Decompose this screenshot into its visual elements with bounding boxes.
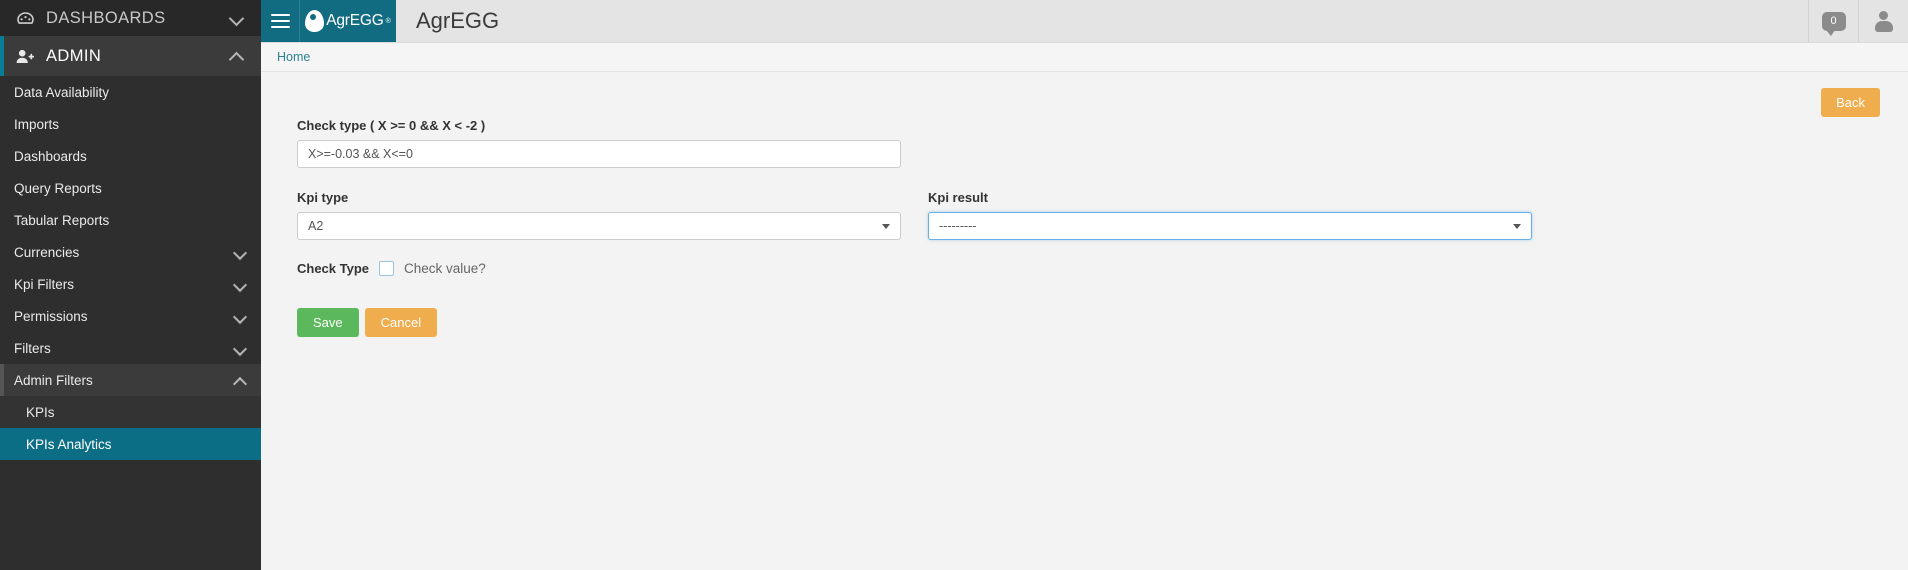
- brand-logo[interactable]: AgrEGG ®: [299, 0, 396, 42]
- sidebar-item-label: Data Availability: [14, 84, 110, 100]
- app-title: AgrEGG: [416, 8, 500, 33]
- sidebar-item-admin-filters[interactable]: Admin Filters: [0, 364, 261, 396]
- sidebar-item-label: Currencies: [14, 244, 80, 260]
- breadcrumb-home-link[interactable]: Home: [277, 50, 310, 64]
- chevron-down-icon: [233, 341, 247, 355]
- main-area: AgrEGG ® AgrEGG 0 Home Back Check type (…: [261, 0, 1908, 570]
- chevron-down-icon: [233, 245, 247, 259]
- kpi-result-select-wrapper: ---------: [928, 212, 1532, 240]
- sidebar-item-label: Admin Filters: [14, 372, 93, 388]
- kpi-analytics-form: Check type ( X >= 0 && X < -2 ) Kpi type…: [297, 88, 1537, 337]
- sidebar-item-imports[interactable]: Imports: [0, 108, 261, 140]
- notifications-button[interactable]: 0: [1808, 0, 1858, 42]
- chevron-down-icon: [233, 309, 247, 323]
- sidebar-section-label: DASHBOARDS: [46, 8, 166, 27]
- sidebar-item-label: Query Reports: [14, 180, 102, 196]
- sidebar-item-filters[interactable]: Filters: [0, 332, 261, 364]
- sidebar-section-admin[interactable]: ADMIN: [0, 36, 261, 76]
- sidebar-item-permissions[interactable]: Permissions: [0, 300, 261, 332]
- sidebar-item-label: Imports: [14, 116, 60, 132]
- chevron-down-icon: [229, 10, 245, 26]
- sidebar-item-tabular-reports[interactable]: Tabular Reports: [0, 204, 261, 236]
- egg-icon: [305, 10, 325, 32]
- sidebar-item-label: Dashboards: [14, 148, 87, 164]
- top-header-bar: AgrEGG ® AgrEGG 0: [261, 0, 1908, 43]
- message-bubble-icon: 0: [1821, 11, 1846, 36]
- sidebar-section-dashboards[interactable]: DASHBOARDS: [0, 0, 261, 36]
- check-value-text: Check value?: [404, 261, 486, 276]
- registered-mark-icon: ®: [385, 17, 391, 25]
- sidebar-item-currencies[interactable]: Currencies: [0, 236, 261, 268]
- kpi-type-select-wrapper: A2: [297, 212, 901, 240]
- sidebar-item-label: Kpi Filters: [14, 276, 75, 292]
- user-avatar-icon: [1874, 10, 1894, 32]
- sidebar-item-data-availability[interactable]: Data Availability: [0, 76, 261, 108]
- sidebar-subitem-kpis-analytics[interactable]: KPIs Analytics: [0, 428, 261, 460]
- back-button[interactable]: Back: [1821, 88, 1880, 117]
- cancel-button[interactable]: Cancel: [364, 308, 438, 337]
- dashboard-icon: [14, 11, 36, 25]
- sidebar-subitem-label: KPIs Analytics: [26, 436, 112, 452]
- sidebar: DASHBOARDS ADMIN Data Availability Impor…: [0, 0, 261, 570]
- save-button[interactable]: Save: [297, 308, 359, 337]
- check-value-checkbox[interactable]: [379, 261, 395, 276]
- app-root: DASHBOARDS ADMIN Data Availability Impor…: [0, 0, 1908, 570]
- sidebar-item-label: Filters: [14, 340, 51, 356]
- admin-user-icon: [14, 49, 36, 64]
- sidebar-subitem-kpis[interactable]: KPIs: [0, 396, 261, 428]
- notification-count-badge: 0: [1830, 14, 1837, 27]
- chevron-up-icon: [233, 373, 247, 387]
- kpi-type-label: Kpi type: [297, 190, 349, 205]
- kpi-type-select[interactable]: A2: [297, 212, 901, 240]
- chevron-up-icon: [229, 48, 245, 64]
- check-type-expression-label: Check type ( X >= 0 && X < -2 ): [297, 118, 486, 133]
- sidebar-section-label: ADMIN: [46, 46, 102, 65]
- kpi-type-field-group: Kpi type A2: [297, 190, 901, 240]
- check-type-checkbox-label: Check Type: [297, 261, 370, 276]
- sidebar-item-dashboards[interactable]: Dashboards: [0, 140, 261, 172]
- brand-logo-text: AgrEGG: [326, 12, 384, 29]
- sidebar-item-query-reports[interactable]: Query Reports: [0, 172, 261, 204]
- hamburger-menu-icon[interactable]: [261, 0, 299, 42]
- sidebar-item-kpi-filters[interactable]: Kpi Filters: [0, 268, 261, 300]
- form-actions: Save Cancel: [297, 308, 1537, 337]
- check-type-expression-input[interactable]: [297, 140, 901, 168]
- sidebar-item-label: Permissions: [14, 308, 88, 324]
- check-value-row: Check Type Check value?: [297, 261, 1537, 276]
- kpi-result-field-group: Kpi result ---------: [928, 190, 1532, 240]
- sidebar-item-label: Tabular Reports: [14, 212, 110, 228]
- kpi-fields-row: Kpi type A2 Kpi result ---------: [297, 190, 1537, 240]
- chevron-down-icon: [233, 277, 247, 291]
- breadcrumb: Home: [261, 43, 1908, 72]
- user-account-button[interactable]: [1858, 0, 1908, 42]
- page-content: Back Check type ( X >= 0 && X < -2 ) Kpi…: [261, 72, 1908, 570]
- kpi-result-select[interactable]: ---------: [928, 212, 1532, 240]
- sidebar-subitem-label: KPIs: [26, 404, 55, 420]
- kpi-result-label: Kpi result: [928, 190, 988, 205]
